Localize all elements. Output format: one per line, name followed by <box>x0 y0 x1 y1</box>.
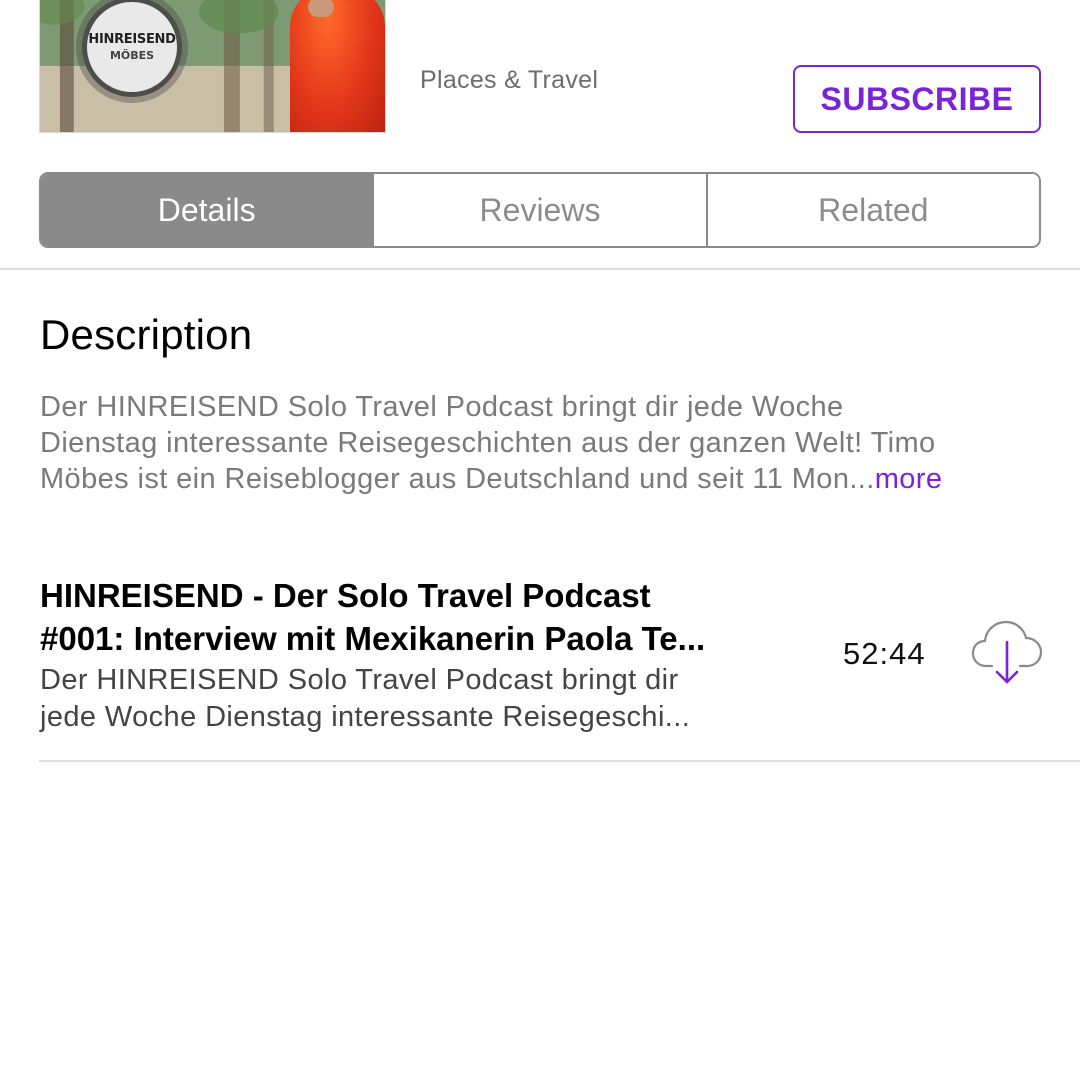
section-divider <box>0 268 1080 270</box>
description-line: Der HINREISEND Solo Travel Podcast bring… <box>40 391 844 423</box>
segmented-control: Details Reviews Related <box>39 172 1041 248</box>
description-heading: Description <box>40 311 253 358</box>
episode-description-line: jede Woche Dienstag interessante Reisege… <box>40 701 691 733</box>
more-link[interactable]: more <box>875 463 943 495</box>
logo-title: HINREISEND <box>88 32 176 47</box>
description-line-text: Möbes ist ein Reiseblogger aus Deutschla… <box>40 463 875 495</box>
tab-reviews[interactable]: Reviews <box>372 174 706 246</box>
episode-description-line: Der HINREISEND Solo Travel Podcast bring… <box>40 664 679 696</box>
podcast-category[interactable]: Places & Travel <box>420 66 598 95</box>
description-line: Dienstag interessante Reisegeschichten a… <box>40 427 936 459</box>
description-text: Der HINREISEND Solo Travel Podcast bring… <box>40 389 1050 497</box>
tab-related[interactable]: Related <box>705 174 1039 246</box>
podcast-logo: HINREISEND MÖBES <box>82 0 182 97</box>
episode-title-line: #001: Interview mit Mexikanerin Paola Te… <box>40 620 706 657</box>
monk-hand-image <box>308 0 334 17</box>
description-line-last: Möbes ist ein Reiseblogger aus Deutschla… <box>40 461 1050 497</box>
logo-subtitle: MÖBES <box>109 49 155 62</box>
cloud-download-icon[interactable] <box>970 616 1044 688</box>
episode-title-line: HINREISEND - Der Solo Travel Podcast <box>40 577 651 614</box>
episode-duration: 52:44 <box>843 636 926 671</box>
tab-details[interactable]: Details <box>41 174 373 246</box>
episode-divider <box>39 760 1080 762</box>
subscribe-button[interactable]: SUBSCRIBE <box>793 65 1041 133</box>
monk-figure-image <box>290 0 385 132</box>
podcast-artwork: HINREISEND MÖBES <box>39 0 386 133</box>
episode-title[interactable]: HINREISEND - Der Solo Travel Podcast #00… <box>40 574 780 660</box>
episode-description[interactable]: Der HINREISEND Solo Travel Podcast bring… <box>40 662 780 736</box>
